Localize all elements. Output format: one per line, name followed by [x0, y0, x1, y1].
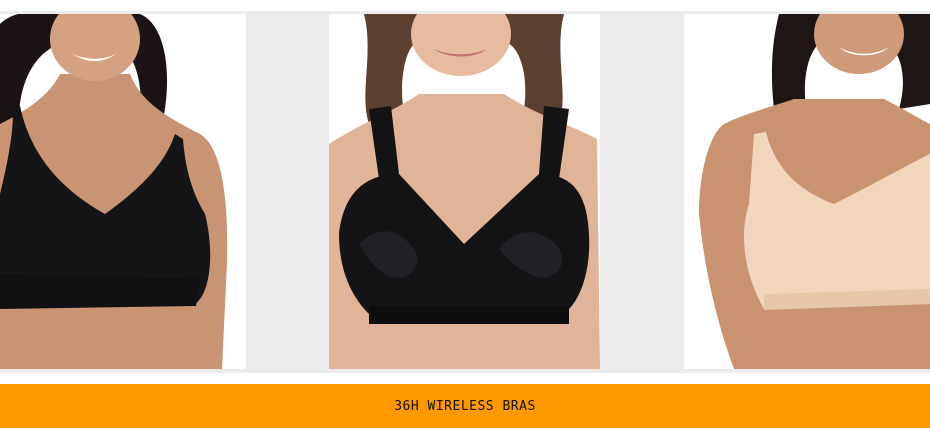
product-photo-1[interactable]: [0, 14, 246, 369]
product-carousel-page: 36H WIRELESS BRAS: [0, 0, 930, 428]
product-card-3[interactable]: [684, 14, 930, 369]
product-photo-2[interactable]: [329, 14, 600, 369]
category-banner[interactable]: 36H WIRELESS BRAS: [0, 384, 930, 428]
product-card-1[interactable]: [0, 14, 246, 369]
product-card-2[interactable]: [329, 14, 600, 369]
category-banner-label: 36H WIRELESS BRAS: [394, 398, 536, 414]
product-photo-3[interactable]: [684, 14, 930, 369]
